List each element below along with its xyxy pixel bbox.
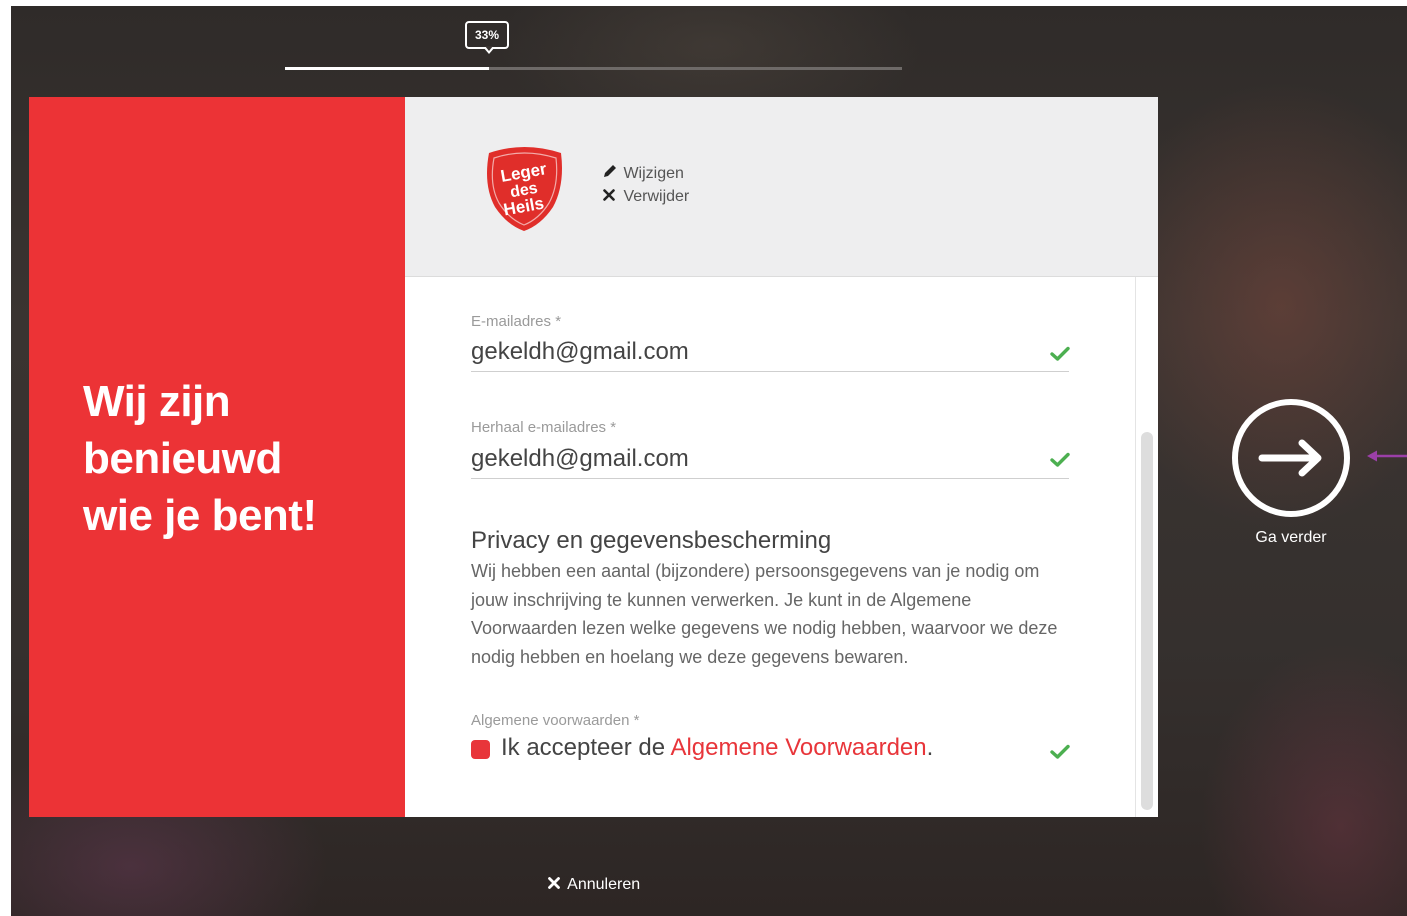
privacy-heading: Privacy en gegevensbescherming — [471, 527, 832, 554]
organization-logo: Leger des Heils — [487, 147, 562, 231]
check-icon — [1050, 346, 1070, 361]
progress-bar-fill — [285, 67, 489, 70]
cancel-button[interactable]: Annuleren — [548, 876, 640, 894]
headline-line: benieuwd — [83, 434, 282, 483]
page-headline: Wij zijn benieuwd wie je bent! — [83, 373, 393, 544]
logo-header: Leger des Heils Wijzigen Verwijder — [405, 97, 1158, 277]
terms-prefix: Ik accepteer de — [501, 734, 671, 761]
pencil-icon — [603, 164, 619, 181]
terms-checkbox[interactable] — [471, 740, 490, 759]
next-label[interactable]: Ga verder — [1241, 529, 1341, 547]
progress-percent-badge: 33% — [465, 21, 509, 49]
form-card: Leger des Heils Wijzigen Verwijder E-mai… — [405, 97, 1158, 817]
privacy-text: Wij hebben een aantal (bijzondere) perso… — [471, 561, 1058, 667]
check-icon — [1050, 744, 1070, 759]
intro-panel: Wij zijn benieuwd wie je bent! — [29, 97, 405, 817]
progress-bar — [285, 67, 902, 70]
arrow-right-icon — [1258, 439, 1322, 477]
annotation-arrow-icon — [1367, 450, 1407, 462]
terms-link[interactable]: Algemene Voorwaarden — [670, 734, 926, 761]
scroll-track — [1135, 277, 1136, 817]
email-label: E-mailadres * — [471, 313, 562, 330]
close-icon — [603, 188, 619, 204]
scrollbar-thumb[interactable] — [1141, 432, 1153, 810]
headline-line: wie je bent! — [83, 491, 317, 540]
headline-line: Wij zijn — [83, 377, 231, 426]
close-icon — [548, 876, 564, 893]
terms-suffix: . — [926, 734, 934, 761]
terms-text: Ik accepteer de Algemene Voorwaarden. — [501, 734, 933, 762]
cancel-label: Annuleren — [567, 876, 641, 893]
edit-logo-label: Wijzigen — [623, 165, 684, 182]
next-button[interactable] — [1232, 399, 1350, 517]
email-repeat-label: Herhaal e-mailadres * — [471, 419, 617, 436]
edit-logo-link[interactable]: Wijzigen — [603, 164, 684, 183]
terms-label: Algemene voorwaarden * — [471, 712, 640, 729]
remove-logo-label: Verwijder — [623, 188, 690, 205]
email-field[interactable]: gekeldh@gmail.com — [471, 337, 1069, 372]
remove-logo-link[interactable]: Verwijder — [603, 188, 689, 206]
email-repeat-field[interactable]: gekeldh@gmail.com — [471, 444, 1069, 479]
check-icon — [1050, 452, 1070, 467]
